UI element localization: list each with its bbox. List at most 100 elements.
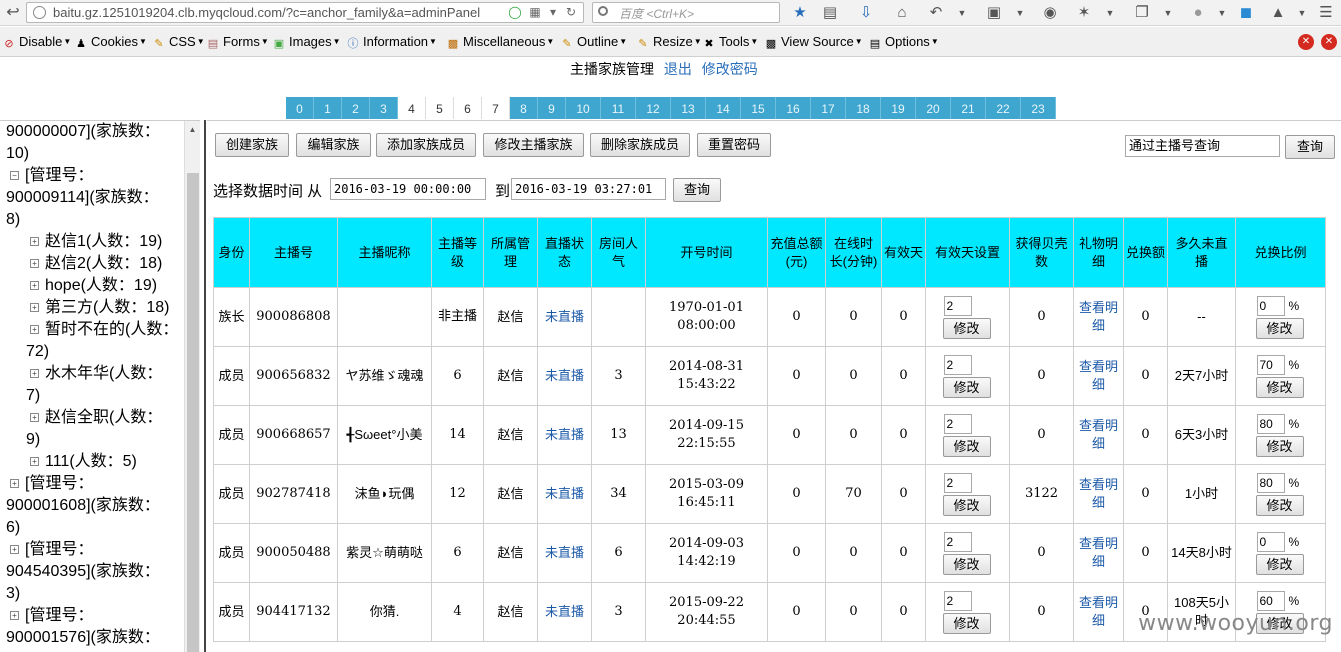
scroll-up-icon[interactable]: ▲ — [185, 123, 200, 137]
change-password-link[interactable]: 修改密码 — [702, 61, 758, 77]
valid-days-input[interactable]: 2 — [943, 354, 972, 375]
expand-icon[interactable]: + — [30, 413, 39, 422]
reset-password-button[interactable]: 重置密码 — [697, 133, 771, 157]
valid-days-input[interactable]: 2 — [943, 295, 972, 316]
ratio-input[interactable]: 70 — [1256, 354, 1285, 375]
hour-tab[interactable]: 0 — [286, 97, 314, 119]
hour-tab[interactable]: 20 — [916, 97, 951, 119]
hour-tab[interactable]: 15 — [741, 97, 776, 119]
expand-icon[interactable]: + — [30, 369, 39, 378]
collapse-icon[interactable]: − — [10, 171, 19, 180]
qr-icon[interactable]: ▦ — [527, 5, 543, 20]
dropdown-arrow-icon[interactable]: ▼ — [1212, 3, 1232, 23]
window-icon[interactable]: ❐ — [1132, 3, 1152, 23]
tree-node[interactable]: +111(人数：5) — [30, 451, 137, 473]
hour-tab[interactable]: 2 — [342, 97, 370, 119]
ratio-input[interactable]: 60 — [1256, 590, 1285, 611]
hour-tab[interactable]: 21 — [951, 97, 986, 119]
devbar-miscellaneous[interactable]: ▩ Miscellaneous▼ — [446, 34, 555, 50]
gift-detail-link[interactable]: 查看明细 — [1079, 418, 1118, 451]
hour-tab[interactable]: 12 — [636, 97, 671, 119]
modify-ratio-button[interactable]: 修改 — [1255, 553, 1304, 575]
ratio-input[interactable]: 0 — [1256, 295, 1285, 316]
gift-detail-link[interactable]: 查看明细 — [1079, 477, 1118, 510]
hour-tab[interactable]: 17 — [811, 97, 846, 119]
expand-icon[interactable]: + — [30, 325, 39, 334]
hour-tab[interactable]: 8 — [510, 97, 538, 119]
menu-icon[interactable]: ☰ — [1316, 3, 1336, 23]
undo-icon[interactable]: ↶ — [926, 3, 946, 23]
tree-node[interactable]: + [管理号： — [10, 605, 93, 627]
expand-icon[interactable]: + — [30, 281, 39, 290]
hour-tab[interactable]: 11 — [601, 97, 636, 119]
hour-tab[interactable]: 13 — [671, 97, 706, 119]
shield-ext-icon[interactable]: ◼ — [1236, 3, 1256, 23]
live-status-link[interactable]: 未直播 — [545, 368, 584, 383]
delete-member-button[interactable]: 删除家族成员 — [590, 133, 690, 157]
download-icon[interactable]: ⇩ — [856, 3, 876, 23]
tree-node[interactable]: + 暂时不在的(人数： — [30, 319, 178, 341]
expand-icon[interactable]: + — [10, 611, 19, 620]
modify-valid-days-button[interactable]: 修改 — [942, 494, 991, 516]
hour-tab[interactable]: 4 — [398, 97, 426, 119]
scroll-thumb[interactable] — [187, 173, 199, 652]
ratio-input[interactable]: 80 — [1256, 413, 1285, 434]
url-bar[interactable]: baitu.gz.1251019204.clb.myqcloud.com/?c=… — [26, 2, 584, 23]
hour-tab[interactable]: 23 — [1021, 97, 1056, 119]
anchor-search-input[interactable]: 通过主播号查询 — [1125, 135, 1280, 157]
expand-icon[interactable]: + — [10, 545, 19, 554]
hour-tab[interactable]: 5 — [426, 97, 454, 119]
devbar-cookies[interactable]: ♟ Cookies▼ — [74, 34, 147, 50]
tree-node[interactable]: − [管理号： — [10, 165, 93, 187]
tree-node[interactable]: + 水木年华(人数： — [30, 363, 162, 385]
extension-icon[interactable]: ✶ — [1074, 3, 1094, 23]
date-query-button[interactable]: 查询 — [673, 178, 721, 202]
ratio-input[interactable]: 80 — [1256, 472, 1285, 493]
date-to-input[interactable]: 2016-03-19 03:27:01 — [511, 178, 666, 200]
crop-icon[interactable]: ▣ — [984, 3, 1004, 23]
devbar-tools[interactable]: ✖ Tools▼ — [702, 34, 758, 50]
devbar-disable[interactable]: ⊘ Disable▼ — [2, 34, 71, 50]
hour-tab[interactable]: 18 — [846, 97, 881, 119]
hour-tab[interactable]: 7 — [482, 97, 510, 119]
modify-ratio-button[interactable]: 修改 — [1255, 376, 1304, 398]
bookmark-star-icon[interactable]: ★ — [790, 3, 810, 23]
reading-list-icon[interactable]: ▤ — [820, 3, 840, 23]
chat-icon[interactable]: ◉ — [1040, 3, 1060, 23]
expand-icon[interactable]: + — [30, 457, 39, 466]
devbar-resize[interactable]: ✎ Resize▼ — [636, 34, 701, 50]
gift-detail-link[interactable]: 查看明细 — [1079, 300, 1118, 333]
modify-ratio-button[interactable]: 修改 — [1255, 317, 1304, 339]
devbar-images[interactable]: ▣ Images▼ — [272, 34, 341, 50]
anchor-query-button[interactable]: 查询 — [1285, 135, 1335, 159]
hour-tab[interactable]: 6 — [454, 97, 482, 119]
dropdown-icon[interactable]: ▾ — [545, 5, 561, 20]
tree-node[interactable]: + 赵信全职(人数： — [30, 407, 162, 429]
hour-tab[interactable]: 14 — [706, 97, 741, 119]
close-icon[interactable]: ✕ — [1321, 34, 1337, 50]
gift-detail-link[interactable]: 查看明细 — [1079, 359, 1118, 392]
tree-scrollbar[interactable]: ▲ — [184, 121, 200, 652]
expand-icon[interactable]: + — [30, 303, 39, 312]
edit-family-button[interactable]: 编辑家族 — [296, 133, 371, 157]
ratio-input[interactable]: 0 — [1256, 531, 1285, 552]
hour-tab[interactable]: 9 — [538, 97, 566, 119]
hour-tab[interactable]: 19 — [881, 97, 916, 119]
live-status-link[interactable]: 未直播 — [545, 427, 584, 442]
expand-icon[interactable]: + — [30, 237, 39, 246]
dropdown-arrow-icon[interactable]: ▼ — [1292, 3, 1312, 23]
live-status-link[interactable]: 未直播 — [545, 545, 584, 560]
tree-node[interactable]: + [管理号： — [10, 473, 93, 495]
modify-valid-days-button[interactable]: 修改 — [942, 553, 991, 575]
modify-valid-days-button[interactable]: 修改 — [942, 376, 991, 398]
devbar-outline[interactable]: ✎ Outline▼ — [560, 34, 627, 50]
logout-link[interactable]: 退出 — [664, 61, 692, 77]
devbar-view-source[interactable]: ▩ View Source▼ — [764, 34, 863, 50]
hour-tab[interactable]: 16 — [776, 97, 811, 119]
gift-detail-link[interactable]: 查看明细 — [1079, 536, 1118, 569]
upload-icon[interactable]: ▲ — [1268, 3, 1288, 23]
close-icon[interactable]: ✕ — [1298, 34, 1314, 50]
dropdown-arrow-icon[interactable]: ▼ — [952, 3, 972, 23]
tree-node[interactable]: + 赵信2(人数：18) — [30, 253, 162, 275]
devbar-information[interactable]: ⓘ Information▼ — [346, 34, 437, 50]
